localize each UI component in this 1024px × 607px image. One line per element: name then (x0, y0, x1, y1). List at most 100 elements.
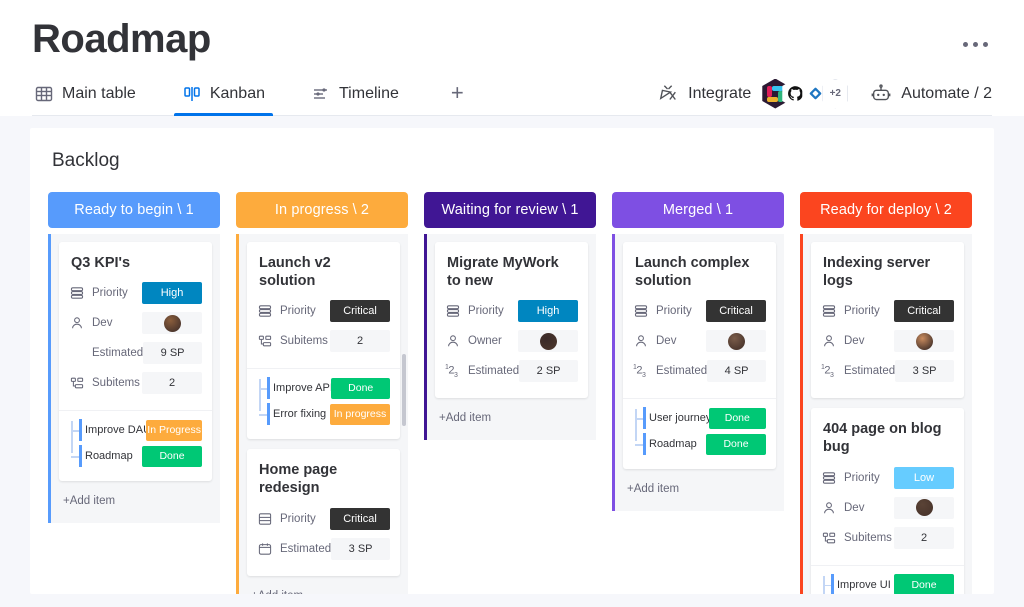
subitem-row[interactable]: Roadmap Done (79, 445, 202, 468)
subitem-row[interactable]: Improve UI Done (831, 573, 954, 594)
subitem-row[interactable]: Improve API Done (267, 377, 390, 400)
add-item-button[interactable]: +Add item (247, 586, 400, 595)
table-icon (35, 86, 53, 102)
avatar (727, 332, 745, 350)
card-title: Migrate MyWork to new (447, 255, 559, 290)
subitem-name: Improve DAU (85, 424, 147, 437)
integration-app-stack[interactable]: +2 (762, 78, 849, 109)
tab-kanban[interactable]: Kanban (173, 76, 274, 116)
subitem-row[interactable]: Error fixing In progress (267, 403, 390, 426)
column-body: Indexing server logs Priority Critical Dev 1… (800, 234, 972, 594)
add-view-button[interactable]: + (443, 78, 472, 114)
board-options-button[interactable] (963, 16, 992, 47)
field-value-text: High (536, 305, 560, 318)
card-title: 404 page on blog bug (823, 421, 942, 456)
field-value[interactable]: 9 SP (143, 342, 202, 365)
avatar (163, 314, 181, 332)
subitem-status-badge[interactable]: In progress (330, 403, 390, 425)
subitem-status-badge[interactable]: Done (894, 574, 954, 594)
field-value[interactable]: 3 SP (895, 360, 954, 383)
field-label: Dev (844, 501, 865, 514)
subitem-row[interactable]: Improve DAU In Progress (79, 419, 202, 442)
kanban-card[interactable]: Q3 KPI's Priority High Dev Estimated 9 SP Subi… (59, 242, 212, 482)
avatar-cell[interactable] (706, 330, 766, 353)
avatar-cell[interactable] (518, 330, 578, 353)
title-row: Roadmap (32, 0, 992, 62)
field-label: Estimated (92, 347, 144, 360)
kanban-columns: Ready to begin \ 1 Q3 KPI's Priority High De… (48, 192, 976, 594)
subitem-status-badge[interactable]: In Progress (146, 419, 202, 441)
column-header[interactable]: Ready to begin \ 1 (48, 192, 220, 228)
avatar-cell[interactable] (894, 496, 954, 519)
column-title: Ready to begin \ 1 (74, 202, 194, 218)
tab-timeline[interactable]: Timeline (309, 76, 401, 115)
status-badge[interactable]: Critical (330, 507, 390, 530)
subitem-status-badge[interactable]: Done (706, 433, 766, 455)
avatar-cell[interactable] (142, 312, 202, 335)
kanban-card[interactable]: Launch complex solution Priority Critical D… (623, 242, 776, 470)
status-badge[interactable]: High (518, 300, 578, 323)
field-value[interactable]: 3 SP (331, 537, 390, 560)
subitem-status-badge[interactable]: Done (331, 377, 390, 399)
subitem-row[interactable]: Roadmap Done (643, 433, 766, 456)
robot-icon (871, 83, 891, 100)
add-item-button[interactable]: +Add item (623, 479, 776, 507)
card-field: Priority Critical (257, 506, 390, 532)
tab-main-table[interactable]: Main table (32, 76, 138, 115)
subitem-status-badge[interactable]: Done (142, 445, 202, 467)
integrate-button[interactable]: Integrate +2 (657, 78, 849, 109)
person-icon (72, 317, 82, 329)
kanban-card[interactable]: Migrate MyWork to new Priority High Owner 12… (435, 242, 588, 399)
column-header[interactable]: In progress \ 2 (236, 192, 408, 228)
field-label: Dev (844, 335, 865, 348)
integration-overflow-label: +2 (822, 78, 849, 109)
field-value[interactable]: 2 (142, 372, 202, 395)
column-header[interactable]: Ready for deploy \ 2 (800, 192, 972, 228)
field-value[interactable]: 2 (894, 526, 954, 549)
status-badge[interactable]: Low (894, 466, 954, 489)
automate-button[interactable]: Automate / 2 (870, 83, 992, 105)
field-label: Subitems (844, 531, 892, 544)
add-item-button[interactable]: +Add item (435, 408, 588, 436)
field-value-text: 3 SP (912, 365, 937, 378)
subitems-block: Improve UIDoneAdd logsDone (811, 564, 964, 594)
column-title: Waiting for review \ 1 (441, 202, 579, 218)
kanban-card[interactable]: Home page redesign Priority Critical Estima… (247, 449, 400, 576)
integration-overflow-badge[interactable]: +2 (822, 78, 849, 109)
dot-icon (963, 42, 968, 47)
column-header[interactable]: Merged \ 1 (612, 192, 784, 228)
field-label: Priority (844, 471, 880, 484)
subitem-row[interactable]: User journey Done (643, 407, 766, 430)
avatar-cell[interactable] (894, 330, 954, 353)
status-badge[interactable]: Critical (330, 300, 390, 323)
kanban-card[interactable]: Indexing server logs Priority Critical Dev 1… (811, 242, 964, 399)
field-label: Estimated (280, 542, 332, 555)
card-field: 123 Estimated 2 SP (445, 358, 578, 384)
card-field: Priority Critical (633, 298, 766, 324)
tab-label: Main table (62, 85, 136, 102)
numbers-icon: 123 (633, 363, 646, 379)
subitem-name: Roadmap (85, 450, 133, 463)
field-label: Dev (656, 335, 677, 348)
tab-label: Kanban (209, 85, 265, 102)
subitem-name: Improve API (273, 382, 332, 395)
column-header[interactable]: Waiting for review \ 1 (424, 192, 596, 228)
kanban-column: Ready for deploy \ 2 Indexing server logs… (800, 192, 972, 594)
kanban-card[interactable]: 404 page on blog bug Priority Low Dev Subite… (811, 408, 964, 594)
card-field: Subitems 2 (257, 328, 390, 354)
subitem-status-badge[interactable]: Done (708, 407, 766, 429)
column-scrollbar[interactable] (402, 354, 406, 426)
field-value[interactable]: 2 (330, 330, 390, 353)
card-title: Launch v2 solution (259, 255, 331, 290)
status-badge[interactable]: Critical (706, 300, 766, 323)
status-badge[interactable]: High (142, 282, 202, 305)
field-value[interactable]: 4 SP (707, 360, 766, 383)
kanban-card[interactable]: Launch v2 solution Priority Critical Subite… (247, 242, 400, 440)
status-badge[interactable]: Critical (894, 300, 954, 323)
person-icon (636, 335, 646, 347)
card-field: Dev (821, 495, 954, 521)
field-value[interactable]: 2 SP (519, 360, 578, 383)
add-item-button[interactable]: +Add item (59, 491, 212, 519)
column-title: Merged \ 1 (662, 202, 734, 218)
card-fields: Priority High Owner 123 Estimated 2 SP (435, 292, 588, 398)
